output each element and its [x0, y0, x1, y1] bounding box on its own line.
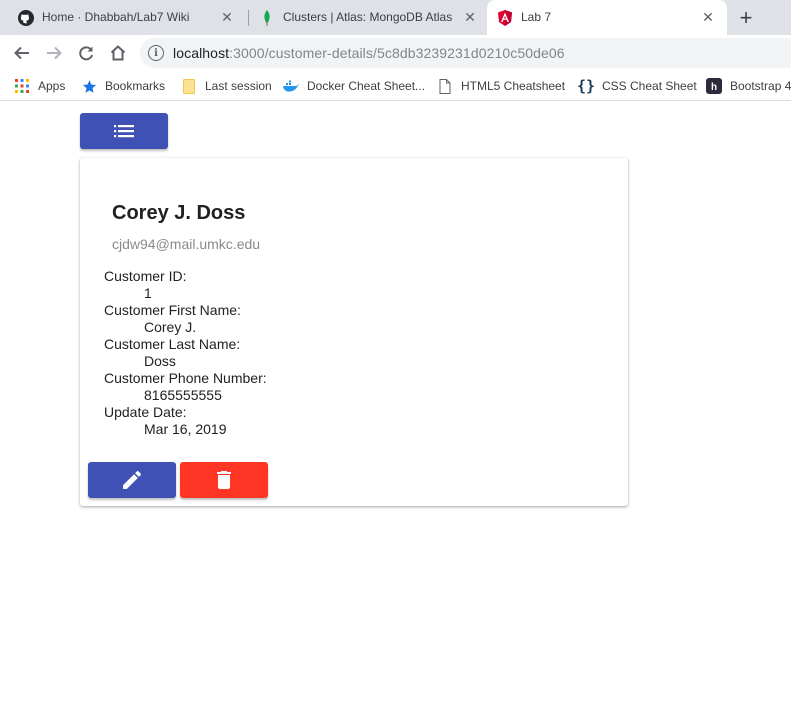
field-label: Update Date:	[104, 404, 187, 420]
address-bar[interactable]: i localhost:3000/customer-details/5c8db3…	[140, 38, 791, 68]
folder-icon	[181, 78, 197, 94]
tab-title: Clusters | Atlas: MongoDB Atlas	[283, 10, 453, 24]
list-menu-button[interactable]	[80, 113, 168, 149]
reload-button[interactable]	[73, 40, 99, 66]
bookmark-bookmarks[interactable]: Bookmarks	[81, 76, 165, 96]
bookmark-html5[interactable]: HTML5 Cheatsheet	[437, 76, 565, 96]
field-value: 8165555555	[144, 387, 222, 403]
back-button[interactable]	[9, 40, 35, 66]
info-icon[interactable]: i	[148, 45, 164, 61]
edit-button[interactable]	[88, 462, 176, 498]
field-label: Customer Phone Number:	[104, 370, 267, 386]
tab-github-wiki[interactable]: Home · Dhabbah/Lab7 Wiki ✕	[8, 0, 248, 35]
tab-lab7[interactable]: Lab 7 ✕	[487, 0, 727, 35]
browser-toolbar: i localhost:3000/customer-details/5c8db3…	[0, 35, 791, 71]
field-value: Mar 16, 2019	[144, 421, 227, 437]
tab-title: Home · Dhabbah/Lab7 Wiki	[42, 10, 190, 24]
tab-title: Lab 7	[521, 10, 552, 24]
hackerrank-icon: h	[706, 78, 722, 94]
customer-name: Corey J. Doss	[112, 202, 246, 224]
close-icon[interactable]: ✕	[461, 8, 479, 26]
bookmark-label: CSS Cheat Sheet	[602, 79, 697, 93]
docker-icon	[283, 78, 299, 94]
svg-text:h: h	[711, 82, 717, 93]
bookmark-label: Bookmarks	[105, 79, 166, 93]
customer-fields: Customer ID: 1 Customer First Name: Core…	[104, 268, 267, 438]
bookmark-label: Last session	[205, 79, 272, 93]
bookmarks-bar: Apps Bookmarks Last session Docker Cheat…	[0, 71, 791, 101]
home-button[interactable]	[105, 40, 131, 66]
bookmark-label: Docker Cheat Sheet...	[307, 79, 426, 93]
pencil-icon	[123, 471, 141, 489]
trash-icon	[217, 471, 231, 489]
bookmark-bootstrap[interactable]: h Bootstrap 4	[706, 76, 791, 96]
field-label: Customer ID:	[104, 268, 187, 284]
customer-card: Corey J. Doss cjdw94@mail.umkc.edu Custo…	[80, 158, 628, 506]
close-icon[interactable]: ✕	[699, 8, 717, 26]
home-icon	[110, 45, 126, 61]
bookmark-css[interactable]: {} CSS Cheat Sheet	[576, 76, 697, 96]
page-icon	[437, 78, 453, 94]
bookmark-label: Apps	[38, 79, 66, 93]
apps-grid-icon	[14, 78, 30, 94]
bookmark-docker[interactable]: Docker Cheat Sheet...	[283, 76, 425, 96]
arrow-left-icon	[14, 46, 29, 60]
github-icon	[18, 10, 34, 26]
bookmark-apps[interactable]: Apps	[14, 76, 65, 96]
mongodb-leaf-icon	[259, 10, 275, 26]
field-value: Doss	[144, 353, 176, 369]
field-label: Customer First Name:	[104, 302, 241, 318]
braces-icon: {}	[576, 77, 596, 95]
arrow-right-icon	[47, 46, 62, 60]
tab-mongodb-atlas[interactable]: Clusters | Atlas: MongoDB Atlas ✕	[249, 0, 487, 35]
list-icon	[114, 125, 134, 138]
field-label: Customer Last Name:	[104, 336, 241, 352]
url-text: localhost:3000/customer-details/5c8db323…	[173, 45, 565, 61]
delete-button[interactable]	[180, 462, 268, 498]
new-tab-button[interactable]: +	[733, 5, 759, 31]
close-icon[interactable]: ✕	[218, 8, 236, 26]
forward-button[interactable]	[41, 40, 67, 66]
bookmark-last-session[interactable]: Last session	[181, 76, 272, 96]
field-value: Corey J.	[144, 319, 197, 335]
customer-email: cjdw94@mail.umkc.edu	[112, 236, 261, 252]
angular-icon	[497, 10, 513, 26]
tab-strip: Home · Dhabbah/Lab7 Wiki ✕ Clusters | At…	[0, 0, 791, 35]
star-icon	[81, 78, 97, 94]
field-value: 1	[144, 285, 152, 301]
bookmark-label: Bootstrap 4	[730, 79, 791, 93]
bookmark-label: HTML5 Cheatsheet	[461, 79, 566, 93]
reload-icon	[79, 46, 93, 61]
